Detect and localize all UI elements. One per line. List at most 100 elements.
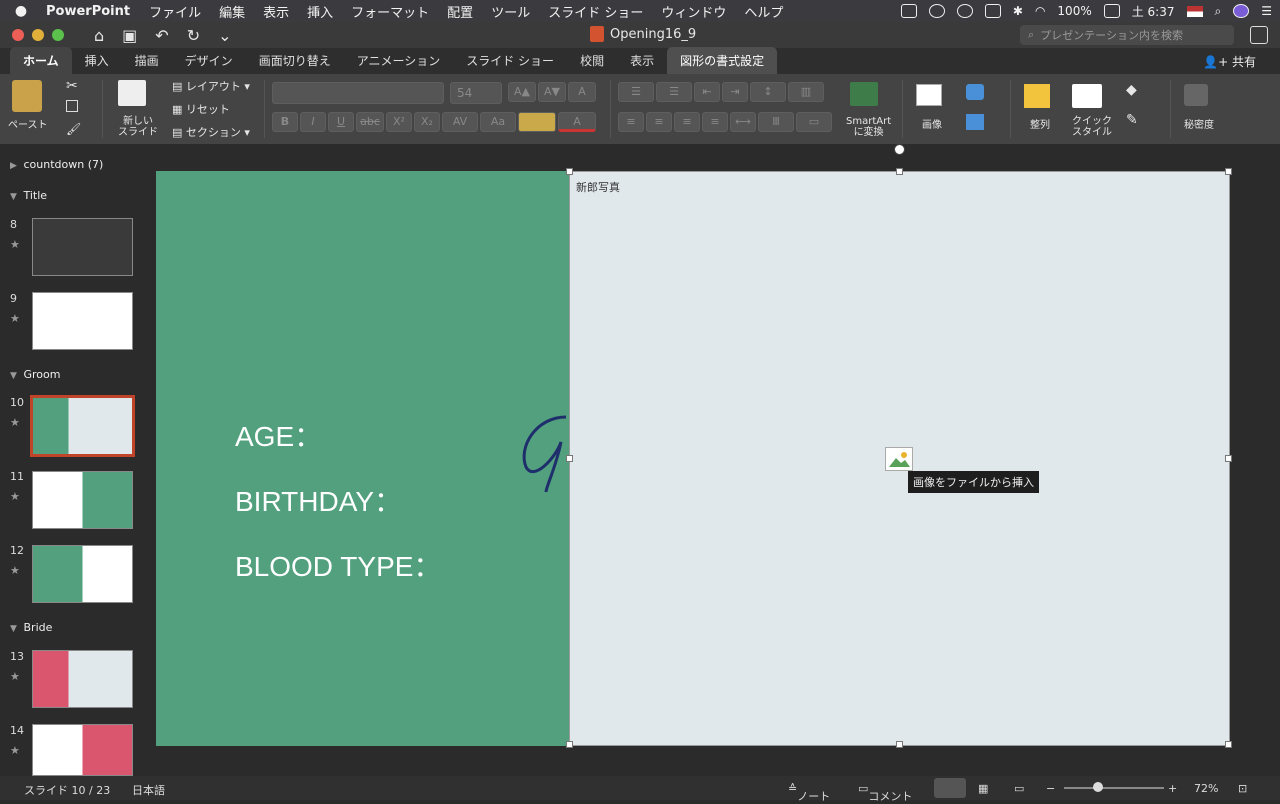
menu-insert[interactable]: 挿入 bbox=[298, 2, 342, 21]
tab-view[interactable]: 表示 bbox=[617, 47, 667, 74]
presenter-view-icon[interactable]: ▭ bbox=[1014, 782, 1024, 795]
flag-icon[interactable] bbox=[1186, 5, 1203, 17]
minimize-window-button[interactable] bbox=[32, 29, 44, 41]
section-button[interactable]: ▤ セクション ▾ bbox=[172, 124, 250, 140]
justify-button[interactable]: ≡ bbox=[702, 112, 728, 132]
cloud-status-icon[interactable] bbox=[928, 4, 945, 18]
align-center-button[interactable]: ≡ bbox=[646, 112, 672, 132]
cut-icon[interactable]: ✂ bbox=[66, 78, 78, 94]
menu-slideshow[interactable]: スライド ショー bbox=[539, 2, 652, 21]
home-icon[interactable]: ⌂ bbox=[94, 26, 104, 45]
slide-thumbnail-12[interactable] bbox=[32, 545, 133, 603]
font-color-button[interactable]: A bbox=[558, 112, 596, 132]
account-icon[interactable] bbox=[1250, 26, 1268, 44]
underline-button[interactable]: U bbox=[328, 112, 354, 132]
decrease-indent-button[interactable]: ⇤ bbox=[694, 82, 720, 102]
reset-button[interactable]: ▦ リセット bbox=[172, 101, 230, 117]
layout-button[interactable]: ▤ レイアウト ▾ bbox=[172, 78, 250, 94]
align-right-button[interactable]: ≡ bbox=[674, 112, 700, 132]
increase-indent-button[interactable]: ⇥ bbox=[722, 82, 748, 102]
bold-button[interactable]: B bbox=[272, 112, 298, 132]
decrease-font-size-button[interactable]: A▼ bbox=[538, 82, 566, 102]
paste-button[interactable] bbox=[12, 80, 42, 112]
menu-window[interactable]: ウィンドウ bbox=[652, 2, 735, 21]
menu-format[interactable]: フォーマット bbox=[342, 2, 438, 21]
bullets-button[interactable]: ☰ bbox=[618, 82, 654, 102]
save-icon[interactable]: ▣ bbox=[122, 26, 137, 45]
resize-handle-top-right[interactable] bbox=[1225, 168, 1232, 175]
wifi-status-icon[interactable] bbox=[956, 4, 973, 18]
language-indicator[interactable]: 日本語 bbox=[132, 782, 165, 798]
format-painter-icon[interactable]: 🖌 bbox=[66, 122, 81, 136]
menu-view[interactable]: 表示 bbox=[254, 2, 298, 21]
slide-thumbnail-14[interactable] bbox=[32, 724, 133, 776]
menu-arrange[interactable]: 配置 bbox=[438, 2, 482, 21]
display-icon[interactable] bbox=[900, 4, 917, 18]
notification-center-icon[interactable]: ☰ bbox=[1261, 4, 1272, 18]
distributed-button[interactable]: ⟷ bbox=[730, 112, 756, 132]
comments-button[interactable]: ▭ コメント bbox=[858, 782, 912, 803]
text-direction-button[interactable]: Ⅲ bbox=[758, 112, 794, 132]
picture-icon[interactable] bbox=[916, 84, 942, 106]
battery-icon[interactable] bbox=[1103, 4, 1120, 18]
highlight-color-button[interactable] bbox=[518, 112, 556, 132]
tab-transitions[interactable]: 画面切り替え bbox=[246, 47, 344, 74]
slide-editing-canvas[interactable]: AGE： BIRTHDAY： BLOOD TYPE： 新郎写真 画像をファイルか… bbox=[156, 144, 1280, 776]
rotate-handle-icon[interactable] bbox=[894, 144, 905, 155]
wifi-icon[interactable]: ◠ bbox=[1035, 4, 1045, 18]
zoom-window-button[interactable] bbox=[52, 29, 64, 41]
menu-help[interactable]: ヘルプ bbox=[735, 2, 792, 21]
align-text-button[interactable]: ▭ bbox=[796, 112, 832, 132]
character-spacing-button[interactable]: AV bbox=[442, 112, 478, 132]
close-window-button[interactable] bbox=[12, 29, 24, 41]
clock[interactable]: 土 6:37 bbox=[1132, 3, 1175, 20]
bluetooth-icon[interactable]: ✱ bbox=[1013, 4, 1023, 18]
slide-thumbnail-9[interactable] bbox=[32, 292, 133, 350]
slide-thumbnail-13[interactable] bbox=[32, 650, 133, 708]
new-slide-button[interactable] bbox=[118, 80, 146, 106]
arrange-icon[interactable] bbox=[1024, 84, 1050, 108]
normal-view-button[interactable] bbox=[934, 778, 966, 798]
numbering-button[interactable]: ☰ bbox=[656, 82, 692, 102]
age-line[interactable]: AGE： bbox=[235, 415, 322, 455]
apple-icon[interactable]: ● bbox=[0, 3, 42, 19]
sensitivity-icon[interactable] bbox=[1184, 84, 1208, 106]
shapes-icon[interactable] bbox=[966, 84, 984, 100]
tab-animations[interactable]: アニメーション bbox=[344, 47, 454, 74]
fit-to-window-icon[interactable]: ⊡ bbox=[1238, 782, 1247, 795]
tab-home[interactable]: ホーム bbox=[10, 47, 72, 74]
undo-icon[interactable]: ↶ bbox=[155, 26, 168, 45]
smartart-icon[interactable] bbox=[850, 82, 878, 106]
notes-button[interactable]: ≙ ノート bbox=[788, 782, 830, 803]
clear-formatting-button[interactable]: A bbox=[568, 82, 596, 102]
redo-icon[interactable]: ↻ bbox=[187, 26, 200, 45]
menu-tools[interactable]: ツール bbox=[482, 2, 539, 21]
slide-thumbnail-pane[interactable]: ▶ countdown (7) ▼ Title 8 ★ 9 ★ ▼ Groom … bbox=[0, 144, 156, 776]
zoom-out-button[interactable]: − bbox=[1046, 782, 1055, 795]
resize-handle-left[interactable] bbox=[566, 455, 573, 462]
upload-icon[interactable] bbox=[984, 4, 1001, 18]
align-left-button[interactable]: ≡ bbox=[618, 112, 644, 132]
customize-toolbar-icon[interactable]: ⌄ bbox=[218, 26, 231, 45]
current-slide[interactable]: AGE： BIRTHDAY： BLOOD TYPE： 新郎写真 画像をファイルか… bbox=[156, 144, 1232, 748]
slide-thumbnail-8[interactable] bbox=[32, 218, 133, 276]
section-title[interactable]: ▼ Title bbox=[10, 189, 47, 202]
tab-insert[interactable]: 挿入 bbox=[72, 47, 122, 74]
tab-draw[interactable]: 描画 bbox=[122, 47, 172, 74]
slide-thumbnail-11[interactable] bbox=[32, 471, 133, 529]
resize-handle-bottom-right[interactable] bbox=[1225, 741, 1232, 748]
blood-type-line[interactable]: BLOOD TYPE： bbox=[235, 545, 441, 585]
strikethrough-button[interactable]: abc bbox=[356, 112, 384, 132]
columns-button[interactable]: ▥ bbox=[788, 82, 824, 102]
resize-handle-bottom[interactable] bbox=[896, 741, 903, 748]
resize-handle-bottom-left[interactable] bbox=[566, 741, 573, 748]
share-button[interactable]: 👤+ 共有 bbox=[1203, 53, 1256, 70]
green-info-panel[interactable]: AGE： BIRTHDAY： BLOOD TYPE： bbox=[156, 171, 569, 746]
menu-edit[interactable]: 編集 bbox=[210, 2, 254, 21]
copy-icon[interactable] bbox=[66, 100, 78, 112]
resize-handle-top-left[interactable] bbox=[566, 168, 573, 175]
insert-picture-icon[interactable] bbox=[885, 447, 913, 471]
subscript-button[interactable]: X₂ bbox=[414, 112, 440, 132]
menu-file[interactable]: ファイル bbox=[140, 2, 210, 21]
change-case-button[interactable]: Aa bbox=[480, 112, 516, 132]
